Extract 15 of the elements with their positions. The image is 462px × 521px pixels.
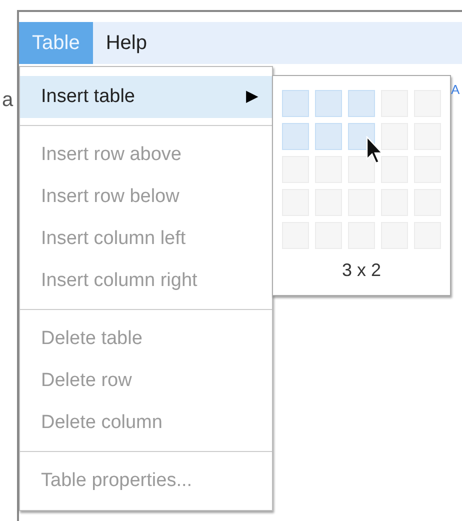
grid-cell[interactable] xyxy=(348,123,375,150)
toolbar-text: a xyxy=(2,88,14,113)
grid-cell[interactable] xyxy=(315,90,342,117)
menu-item[interactable]: Insert table ▶ xyxy=(20,76,272,118)
toolbar-text: A xyxy=(451,82,460,98)
grid-cell[interactable] xyxy=(282,90,309,117)
grid-cell[interactable] xyxy=(348,90,375,117)
grid-cell[interactable] xyxy=(348,156,375,183)
grid-cell[interactable] xyxy=(315,123,342,150)
size-label: 3 x 2 xyxy=(340,259,382,282)
grid-cell[interactable] xyxy=(282,123,309,150)
menu-bar-item[interactable]: Help xyxy=(92,22,160,64)
menu-bar-item[interactable]: Table xyxy=(19,22,93,64)
grid-cell[interactable] xyxy=(381,123,408,150)
submenu-arrow-icon: ▶ xyxy=(246,85,258,109)
